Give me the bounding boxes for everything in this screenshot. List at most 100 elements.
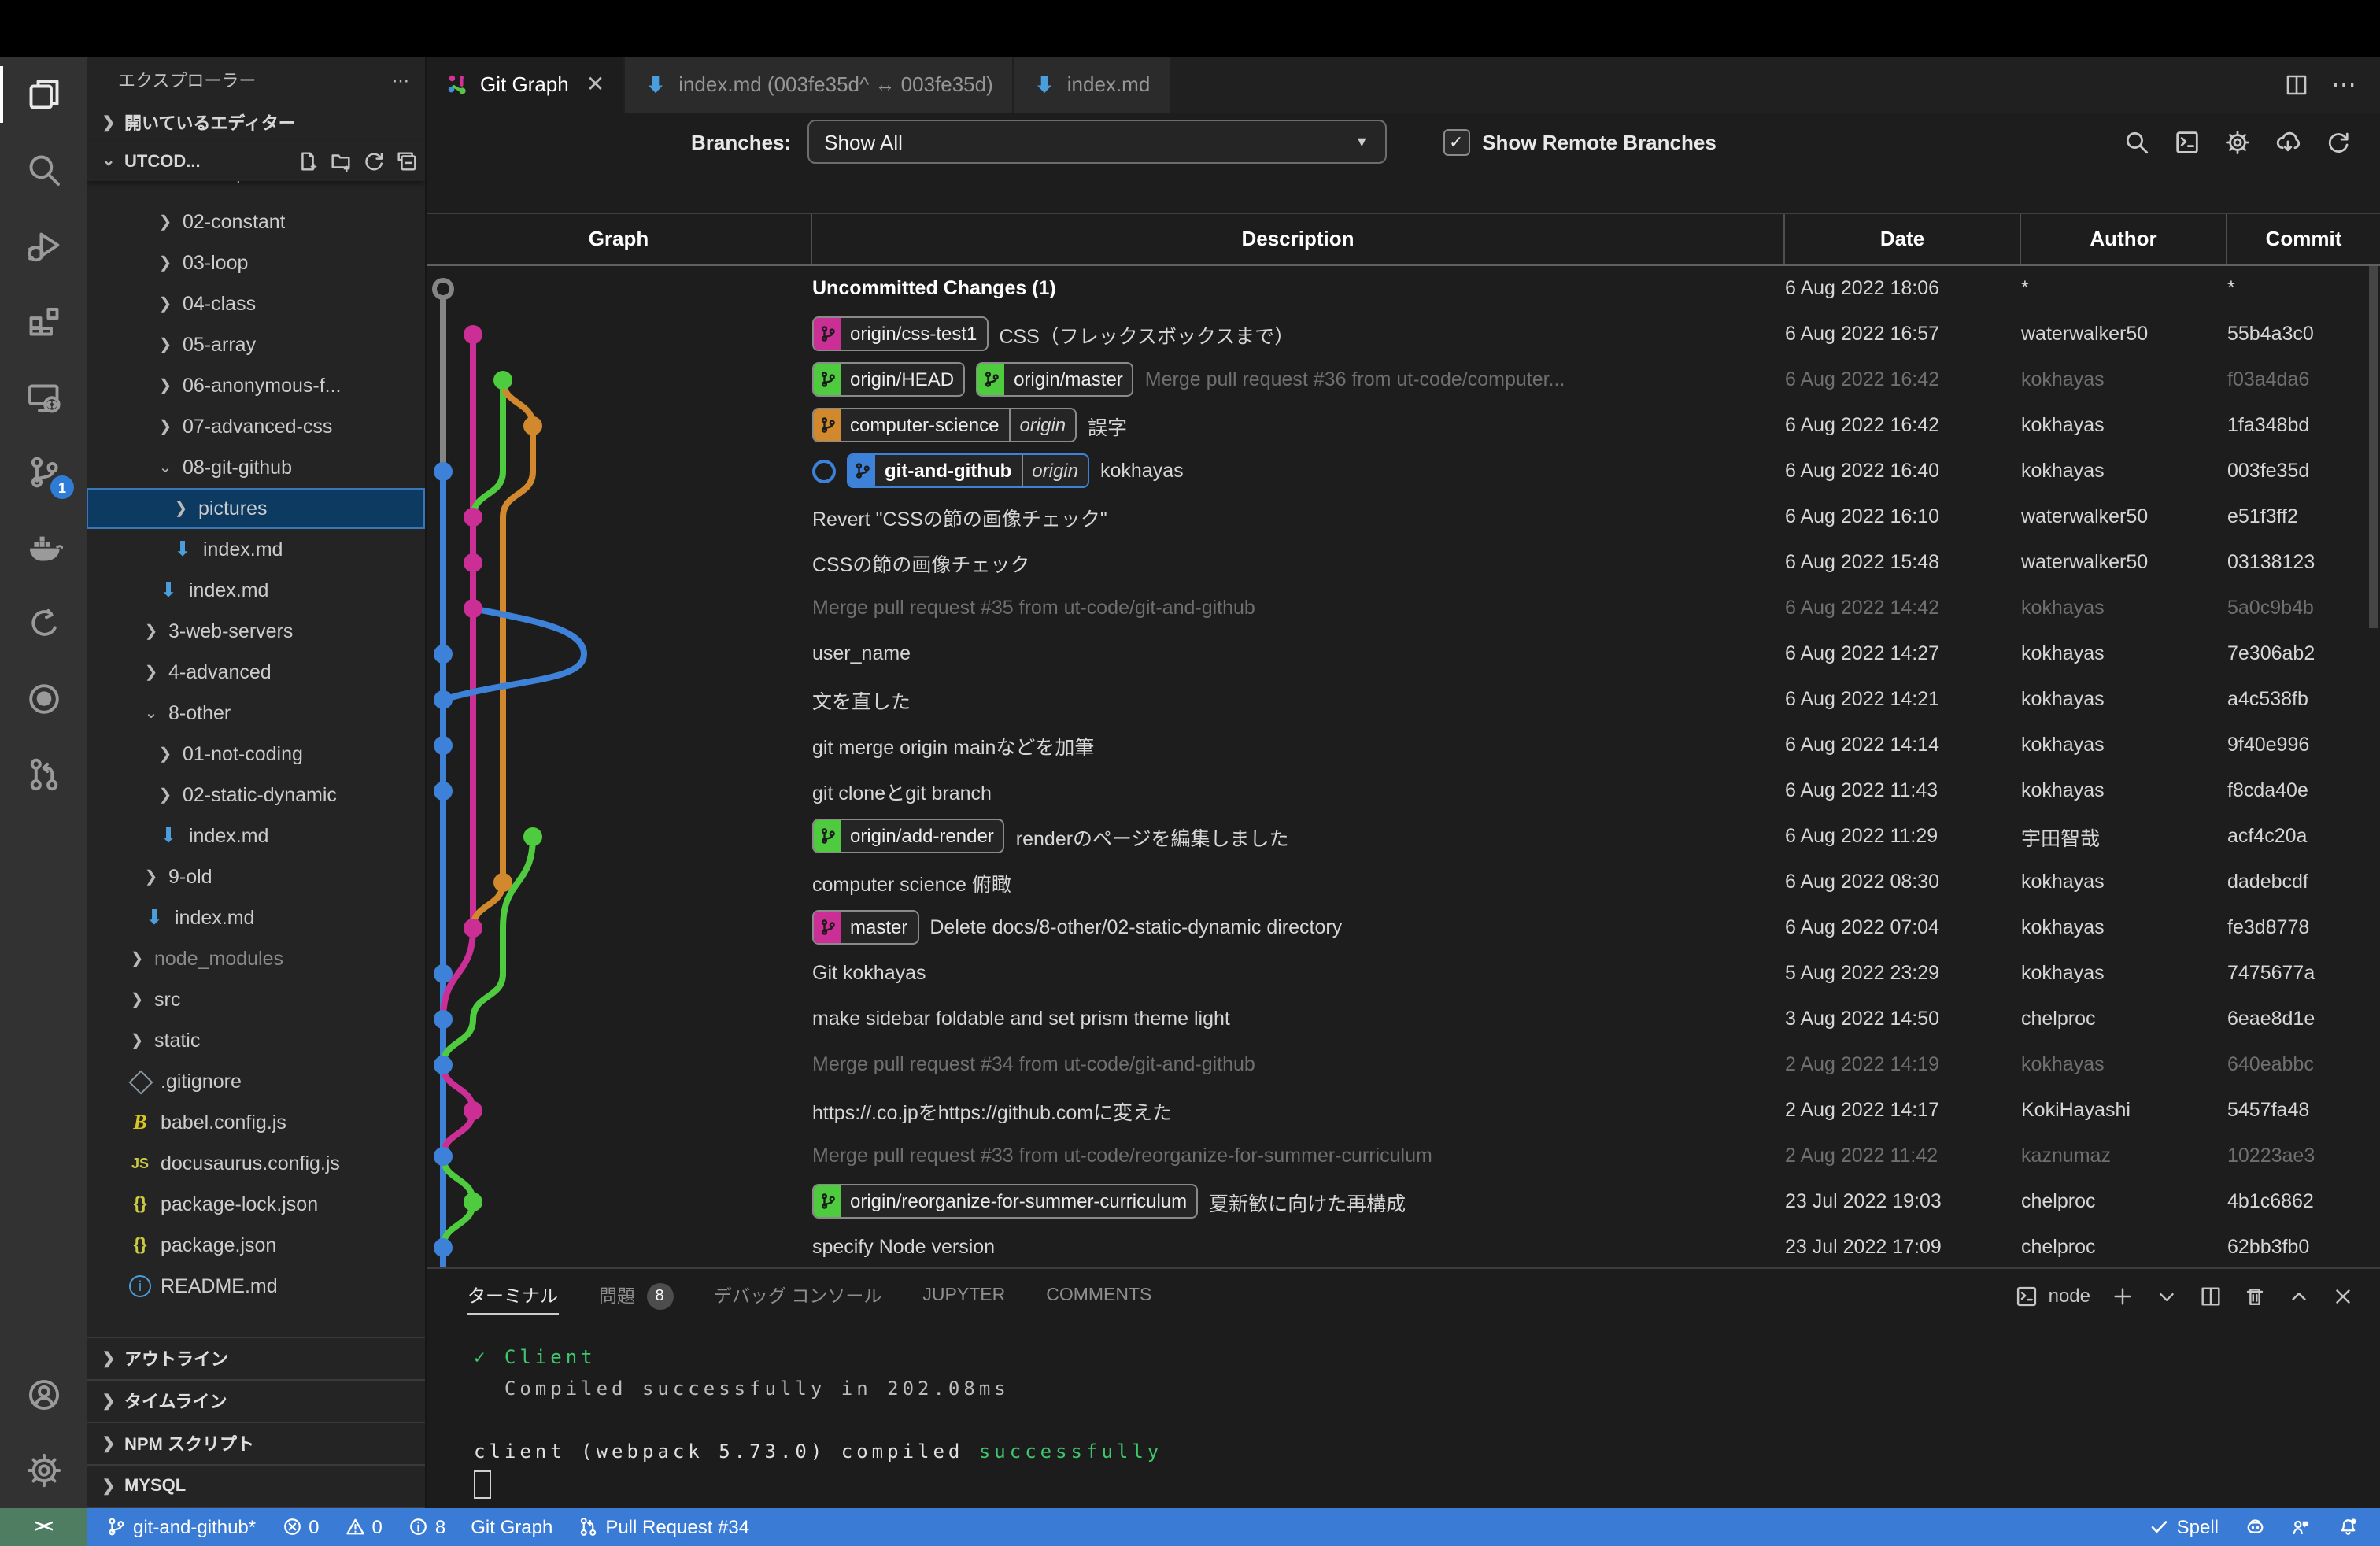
tree-item-static[interactable]: ❯static: [87, 1020, 425, 1061]
commit-row-5[interactable]: Revert "CSSの節の画像チェック"6 Aug 2022 16:10wat…: [427, 494, 2380, 539]
remote-indicator[interactable]: ><: [0, 1508, 87, 1546]
tree-item-08-git-github[interactable]: ⌄08-git-github: [87, 447, 425, 488]
commit-row-13[interactable]: computer science 俯瞰6 Aug 2022 08:30kokha…: [427, 859, 2380, 904]
open-editors-section[interactable]: ❯ 開いているエディター: [87, 104, 425, 142]
tree-item-4-advanced[interactable]: ❯4-advanced: [87, 652, 425, 693]
terminal-icon[interactable]: [2174, 129, 2201, 156]
commit-row-21[interactable]: specify Node version23 Jul 2022 17:09che…: [427, 1224, 2380, 1267]
branch-badge-origin/add-render[interactable]: origin/add-render: [812, 819, 1005, 853]
chevron-down-icon[interactable]: [2155, 1285, 2179, 1308]
tree-item-8-other[interactable]: ⌄8-other: [87, 693, 425, 734]
tree-item-babel.config.js[interactable]: Bbabel.config.js: [87, 1102, 425, 1143]
activity-item-search[interactable]: [0, 132, 87, 208]
commit-row-7[interactable]: Merge pull request #35 from ut-code/git-…: [427, 585, 2380, 631]
activity-item-remote-explorer[interactable]: [0, 359, 87, 435]
commit-row-18[interactable]: https://.co.jpをhttps://github.comに変えた2 A…: [427, 1087, 2380, 1133]
activity-item-source-control[interactable]: 1: [0, 435, 87, 510]
commit-row-10[interactable]: git merge origin mainなどを加筆6 Aug 2022 14:…: [427, 722, 2380, 767]
commit-row-16[interactable]: make sidebar foldable and set prism them…: [427, 996, 2380, 1041]
commit-row-14[interactable]: masterDelete docs/8-other/02-static-dyna…: [427, 904, 2380, 950]
activity-item-github[interactable]: [0, 661, 87, 737]
commit-row-17[interactable]: Merge pull request #34 from ut-code/git-…: [427, 1041, 2380, 1087]
commit-row-15[interactable]: Git kokhayas5 Aug 2022 23:29kokhayas7475…: [427, 950, 2380, 996]
commit-row-2[interactable]: origin/HEADorigin/masterMerge pull reque…: [427, 357, 2380, 402]
panel-tab-COMMENTS[interactable]: COMMENTS: [1046, 1270, 1151, 1323]
status-item-git-and-github*[interactable]: git-and-github*: [105, 1516, 256, 1538]
status-item-copilot-icon[interactable]: [2244, 1517, 2265, 1538]
panel-tab-デバッグ コンソール[interactable]: デバッグ コンソール: [714, 1270, 881, 1323]
tab-index.md[interactable]: index.md: [1014, 57, 1170, 113]
branch-badge-master[interactable]: master: [812, 910, 918, 945]
tree-item-9-old[interactable]: ❯9-old: [87, 856, 425, 897]
collapse-all-icon[interactable]: [392, 147, 420, 176]
tree-item-07-advanced-css[interactable]: ❯07-advanced-css: [87, 406, 425, 447]
status-item-feedback-icon[interactable]: [2290, 1517, 2312, 1538]
tab-index.md[interactable]: index.md (003fe35d^ ↔ 003fe35d): [625, 57, 1012, 113]
tree-item-readme.md[interactable]: iREADME.md: [87, 1266, 425, 1307]
cloud-download-icon[interactable]: [2275, 129, 2301, 156]
activity-item-settings[interactable]: [0, 1433, 87, 1508]
gear-icon[interactable]: [2224, 129, 2251, 156]
panel-tab-JUPYTER[interactable]: JUPYTER: [922, 1270, 1005, 1323]
commit-row-6[interactable]: CSSの節の画像チェック6 Aug 2022 15:48waterwalker5…: [427, 539, 2380, 585]
tree-item-.gitignore[interactable]: .gitignore: [87, 1061, 425, 1102]
activity-item-extensions[interactable]: [0, 283, 87, 359]
tree-item-03-loop[interactable]: ❯03-loop: [87, 242, 425, 283]
tree-item-index.md[interactable]: ⬇index.md: [87, 897, 425, 938]
commit-row-9[interactable]: 文を直した6 Aug 2022 14:21kokhayasa4c538fb: [427, 676, 2380, 722]
commit-row-20[interactable]: origin/reorganize-for-summer-curriculum夏…: [427, 1178, 2380, 1224]
more-actions-icon[interactable]: ⋯: [392, 70, 409, 91]
column-header-description[interactable]: Description: [812, 214, 1785, 264]
new-folder-icon[interactable]: [326, 147, 354, 176]
panel-tab-問題[interactable]: 問題8: [599, 1270, 673, 1323]
branch-badge-git-and-github[interactable]: git-and-githuborigin: [847, 453, 1089, 488]
tree-item-index.md[interactable]: ⬇index.md: [87, 816, 425, 856]
commit-row-19[interactable]: Merge pull request #33 from ut-code/reor…: [427, 1133, 2380, 1178]
sidebar-section-タイムライン[interactable]: ❯タイムライン: [87, 1381, 425, 1423]
tree-item-05-array[interactable]: ❯05-array: [87, 324, 425, 365]
tree-item-01-not-coding[interactable]: ❯01-not-coding: [87, 734, 425, 775]
panel-tab-ターミナル[interactable]: ターミナル: [468, 1270, 558, 1323]
column-header-date[interactable]: Date: [1785, 214, 2021, 264]
scrollbar-thumb[interactable]: [2369, 265, 2378, 627]
branches-dropdown[interactable]: Show All ▼: [807, 120, 1386, 165]
tree-item-node-modules[interactable]: ❯node_modules: [87, 938, 425, 979]
column-header-author[interactable]: Author: [2021, 214, 2227, 264]
shell-selector[interactable]: node: [2016, 1285, 2090, 1308]
commit-row-1[interactable]: origin/css-test1CSS（フレックスボックスまで）6 Aug 20…: [427, 311, 2380, 357]
split-editor-icon[interactable]: [2284, 72, 2309, 98]
tree-item-06-anonymous-f...[interactable]: ❯06-anonymous-f...: [87, 365, 425, 406]
workspace-header[interactable]: ⌄ UTCOD...: [87, 142, 425, 181]
sidebar-section-アウトライン[interactable]: ❯アウトライン: [87, 1338, 425, 1381]
search-icon[interactable]: [2123, 129, 2150, 156]
activity-item-account[interactable]: [0, 1357, 87, 1433]
split-panel-icon[interactable]: [2199, 1285, 2223, 1308]
column-header-commit[interactable]: Commit: [2227, 214, 2380, 264]
tree-item-02-constant[interactable]: ❯02-constant: [87, 202, 425, 242]
tree-item-docusaurus.config.js[interactable]: JSdocusaurus.config.js: [87, 1143, 425, 1184]
sidebar-section-NPM スクリプト[interactable]: ❯NPM スクリプト: [87, 1423, 425, 1466]
close-icon[interactable]: [2331, 1285, 2355, 1308]
branch-badge-origin/HEAD[interactable]: origin/HEAD: [812, 362, 965, 397]
branch-badge-origin/reorganize-for-summer-curriculum[interactable]: origin/reorganize-for-summer-curriculum: [812, 1184, 1198, 1219]
plus-icon[interactable]: [2111, 1285, 2134, 1308]
branch-badge-computer-science[interactable]: computer-scienceorigin: [812, 408, 1077, 442]
tree-item-pictures[interactable]: ❯pictures: [87, 488, 425, 529]
commit-row-0[interactable]: Uncommitted Changes (1)6 Aug 2022 18:06*…: [427, 265, 2380, 311]
status-item-0[interactable]: 0: [345, 1516, 382, 1538]
tree-item-01-inspector[interactable]: ❯01-inspector: [87, 181, 425, 202]
branch-badge-origin/css-test1[interactable]: origin/css-test1: [812, 316, 988, 351]
branch-badge-origin/master[interactable]: origin/master: [976, 362, 1134, 397]
tree-item-04-class[interactable]: ❯04-class: [87, 283, 425, 324]
tree-item-02-static-dynamic[interactable]: ❯02-static-dynamic: [87, 775, 425, 816]
commit-row-12[interactable]: origin/add-renderrenderのページを編集しました6 Aug …: [427, 813, 2380, 859]
refresh-icon[interactable]: [359, 147, 387, 176]
trash-icon[interactable]: [2243, 1285, 2267, 1308]
column-header-graph[interactable]: Graph: [427, 214, 812, 264]
close-icon[interactable]: ✕: [586, 72, 604, 98]
status-item-Spell[interactable]: Spell: [2149, 1516, 2219, 1538]
new-file-icon[interactable]: [293, 147, 321, 176]
commit-row-8[interactable]: user_name6 Aug 2022 14:27kokhayas7e306ab…: [427, 631, 2380, 676]
tree-item-3-web-servers[interactable]: ❯3-web-servers: [87, 611, 425, 652]
status-item-0[interactable]: 0: [281, 1516, 319, 1538]
